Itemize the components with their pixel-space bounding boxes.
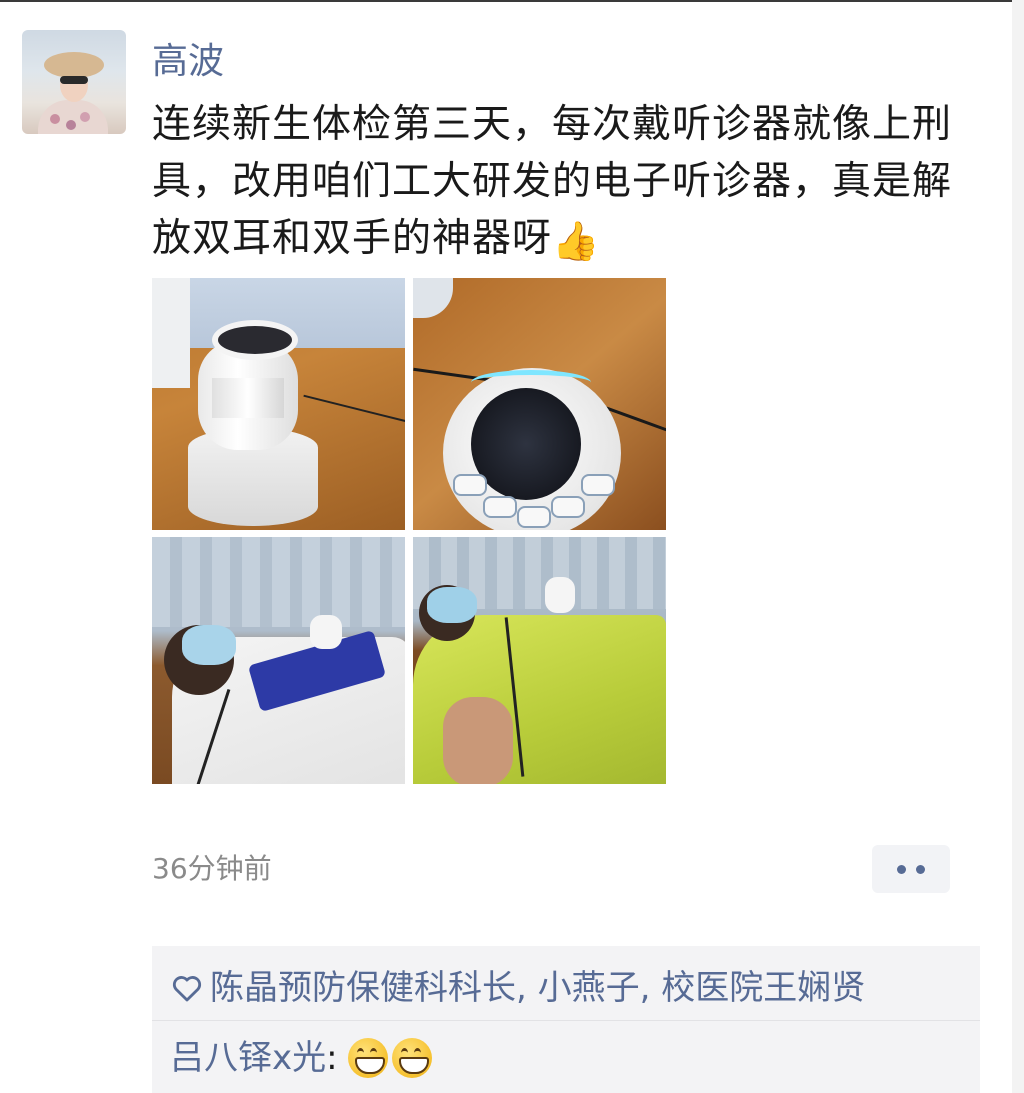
photo-2[interactable] — [413, 278, 666, 530]
comment-author[interactable]: 吕八铎x光 — [170, 1030, 326, 1086]
comment-separator: : — [326, 1038, 338, 1078]
post-text: 连续新生体检第三天，每次戴听诊器就像上刑具，改用咱们工大研发的电子听诊器，真是解… — [152, 96, 952, 267]
photo-1[interactable] — [152, 278, 405, 530]
avatar-glasses — [60, 76, 88, 84]
interactions-panel: 陈晶预防保健科科长, 小燕子, 校医院王娴贤 吕八铎x光 : — [152, 946, 980, 1093]
avatar-pattern — [50, 114, 60, 124]
likes-row: 陈晶预防保健科科长, 小燕子, 校医院王娴贤 — [170, 960, 865, 1016]
grin-icon — [391, 1038, 432, 1078]
grin-icon — [347, 1038, 388, 1078]
comment-item[interactable]: 吕八铎x光 : — [170, 1030, 436, 1086]
avatar-hat — [44, 52, 104, 78]
divider — [152, 1020, 980, 1021]
post-timestamp: 36分钟前 — [152, 852, 272, 885]
top-border — [0, 0, 1024, 2]
likes-names[interactable]: 陈晶预防保健科科长, 小燕子, 校医院王娴贤 — [210, 960, 865, 1016]
photo-4[interactable] — [413, 537, 666, 784]
avatar[interactable] — [22, 30, 126, 134]
more-dots-icon — [897, 864, 906, 874]
author-name[interactable]: 高波 — [152, 40, 224, 84]
photo-3[interactable] — [152, 537, 405, 784]
avatar-body — [38, 100, 108, 134]
more-button[interactable] — [872, 845, 950, 893]
right-edge — [1012, 0, 1024, 1093]
heart-icon — [172, 976, 202, 1002]
thumbs-up-icon: 👍 — [552, 218, 601, 263]
more-dots-icon — [916, 864, 925, 874]
